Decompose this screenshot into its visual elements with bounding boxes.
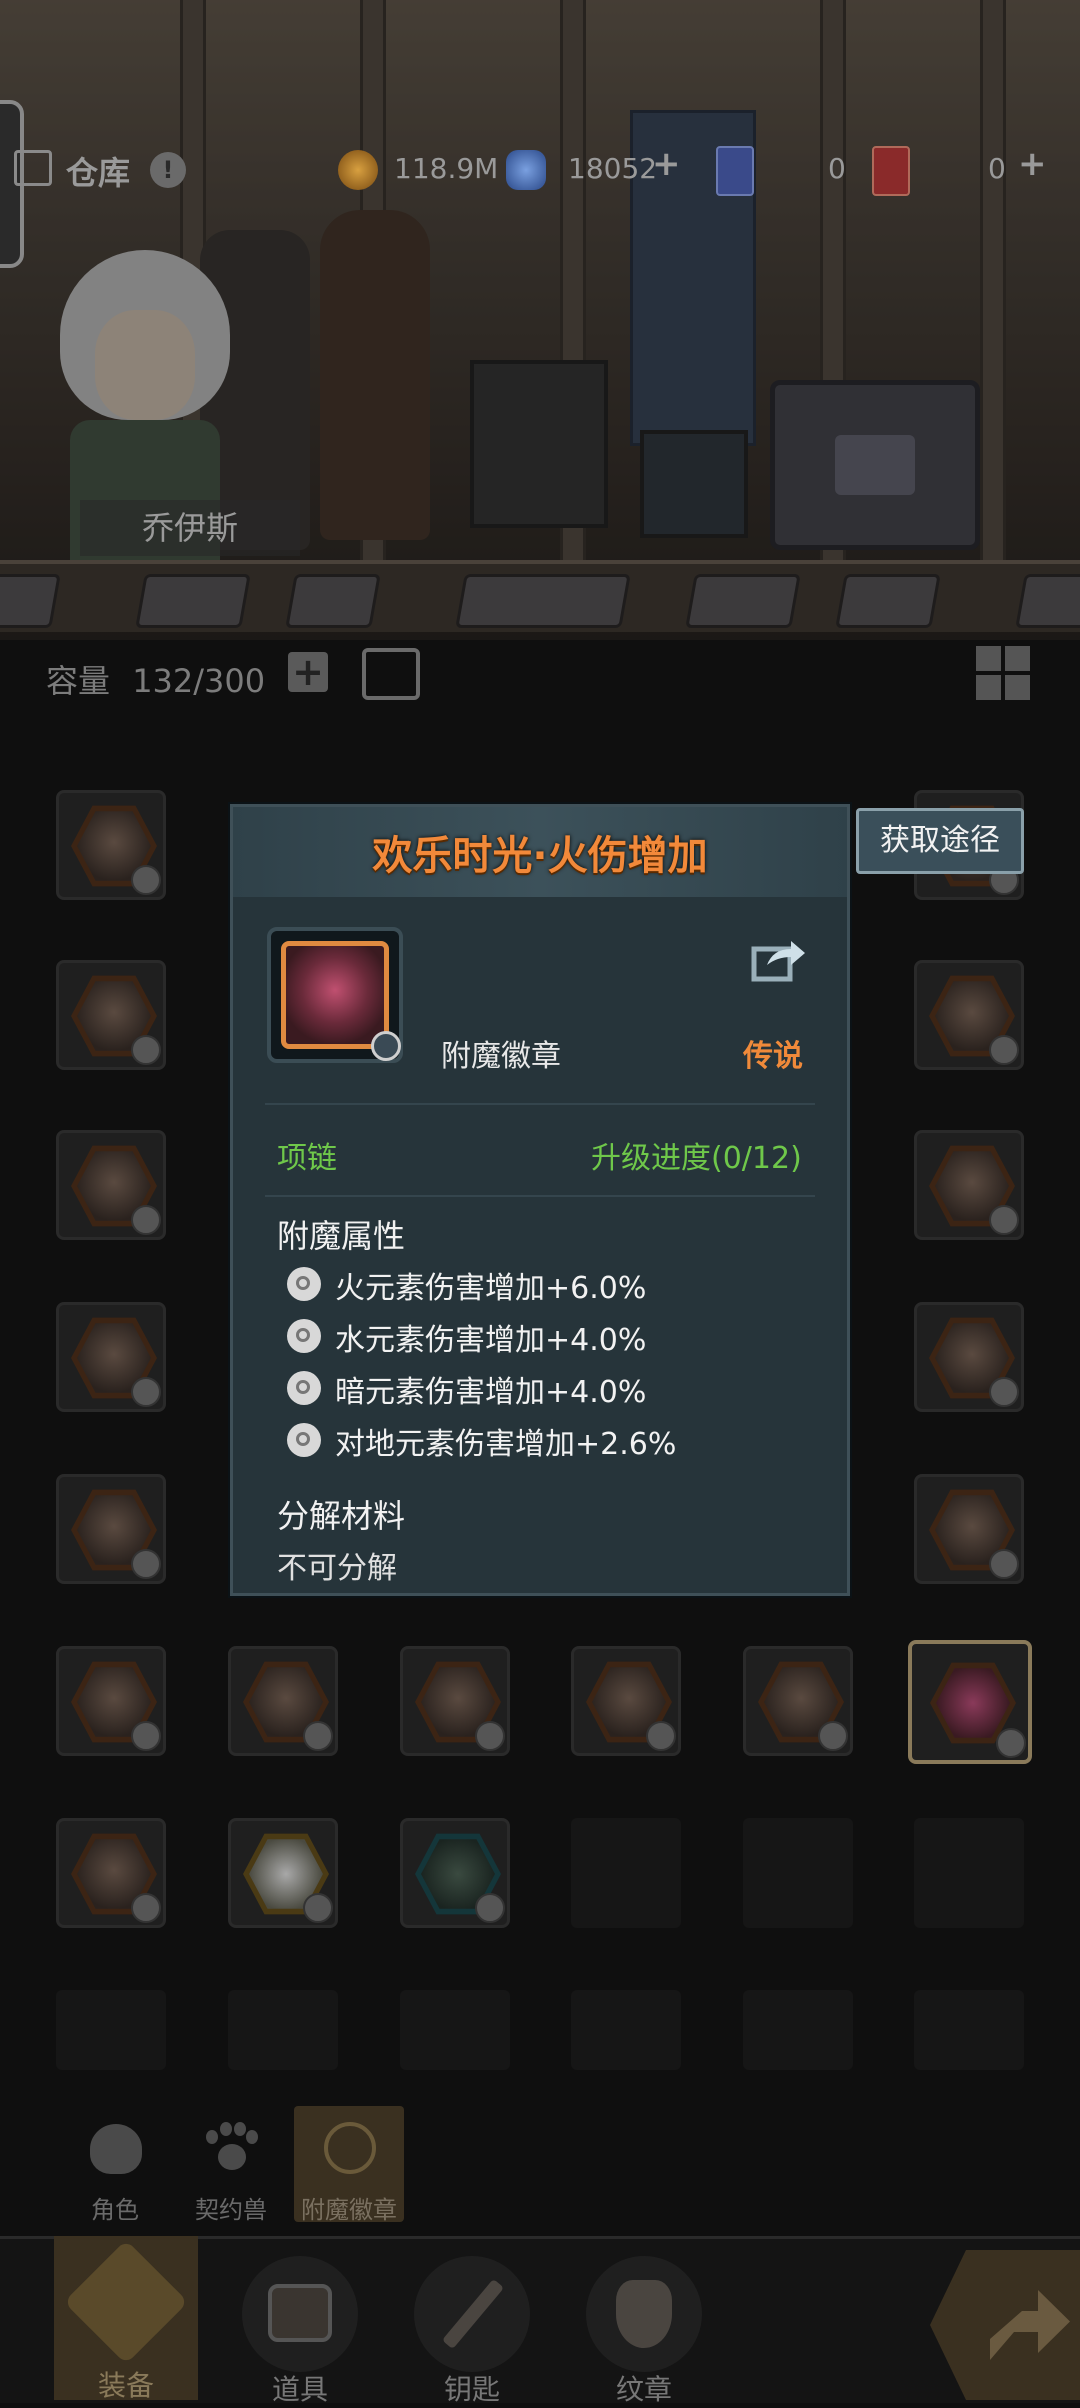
chest-icon bbox=[242, 2256, 358, 2372]
empty-slot bbox=[571, 1818, 681, 1928]
nav-items[interactable]: 道具 bbox=[238, 2256, 362, 2406]
attribute-bullet-icon bbox=[287, 1371, 321, 1405]
inventory-slot[interactable] bbox=[914, 960, 1024, 1070]
decompose-title: 分解材料 bbox=[277, 1497, 406, 1535]
inventory-slot[interactable] bbox=[228, 1646, 338, 1756]
info-icon[interactable]: ! bbox=[150, 152, 186, 188]
batch-manage-icon[interactable] bbox=[362, 648, 420, 700]
share-arrow-icon bbox=[990, 2290, 1070, 2360]
divider bbox=[265, 1103, 815, 1105]
enchant-badge-icon bbox=[281, 941, 389, 1049]
grid-view-icon[interactable] bbox=[976, 646, 1030, 700]
empty-slot bbox=[228, 1990, 338, 2070]
inventory-slot[interactable] bbox=[571, 1646, 681, 1756]
inventory-slot[interactable] bbox=[914, 1302, 1024, 1412]
capacity-label: 容量 bbox=[46, 662, 111, 700]
tab-enchant-badge[interactable]: 附魔徽章 bbox=[294, 2106, 404, 2224]
red-card-icon bbox=[872, 146, 910, 196]
capacity-value: 132/300 bbox=[132, 662, 266, 700]
red-card-value: 0 bbox=[988, 152, 1006, 185]
character-head-icon bbox=[90, 2124, 142, 2174]
tab-label: 角色 bbox=[91, 2196, 139, 2224]
paw-icon bbox=[206, 2122, 258, 2174]
nav-crest[interactable]: 纹章 bbox=[582, 2256, 706, 2406]
inventory-slot[interactable] bbox=[56, 1130, 166, 1240]
item-slot: 项链 bbox=[277, 1141, 337, 1176]
item-rarity: 传说 bbox=[743, 1039, 803, 1074]
inventory-slot-selected[interactable] bbox=[908, 1640, 1032, 1764]
character-name-plate: 乔伊斯 bbox=[80, 500, 300, 556]
tab-character[interactable]: 角色 bbox=[60, 2106, 170, 2224]
empty-slot bbox=[743, 1818, 853, 1928]
empty-slot bbox=[571, 1990, 681, 2070]
inventory-slot[interactable] bbox=[400, 1818, 510, 1928]
equipment-icon bbox=[63, 2239, 189, 2365]
add-crystal-button[interactable]: + bbox=[652, 144, 681, 184]
inventory-slot[interactable] bbox=[56, 1302, 166, 1412]
key-icon bbox=[414, 2256, 530, 2372]
inventory-slot[interactable] bbox=[914, 1474, 1024, 1584]
expand-capacity-button[interactable]: + bbox=[288, 652, 328, 692]
character-name: 乔伊斯 bbox=[141, 509, 238, 547]
inventory-slot[interactable] bbox=[743, 1646, 853, 1756]
empty-slot bbox=[400, 1990, 510, 2070]
nav-label: 装备 bbox=[97, 2369, 154, 2402]
warehouse-icon bbox=[14, 150, 52, 186]
inventory-slot[interactable] bbox=[400, 1646, 510, 1756]
empty-slot bbox=[914, 1990, 1024, 2070]
nav-equipment[interactable]: 装备 bbox=[54, 2236, 198, 2402]
acquire-source-button[interactable]: 获取途径 bbox=[856, 808, 1024, 874]
nav-keys[interactable]: 钥匙 bbox=[410, 2256, 534, 2406]
inventory-slot[interactable] bbox=[914, 1130, 1024, 1240]
attribute-bullet-icon bbox=[287, 1423, 321, 1457]
attribute-text: 火元素伤害增加+6.0% bbox=[335, 1271, 647, 1306]
attribute-bullet-icon bbox=[287, 1267, 321, 1301]
empty-slot bbox=[743, 1990, 853, 2070]
upgrade-progress: 升级进度(0/12) bbox=[591, 1141, 802, 1176]
gold-coin-icon bbox=[338, 150, 378, 190]
shelf bbox=[0, 560, 1080, 632]
inventory-slot[interactable] bbox=[228, 1818, 338, 1928]
enchant-badge-icon bbox=[324, 2122, 376, 2174]
attribute-text: 对地元素伤害增加+2.6% bbox=[335, 1427, 677, 1462]
crystal-value: 18052 bbox=[568, 152, 658, 185]
tab-contract-beast[interactable]: 契约兽 bbox=[176, 2106, 286, 2224]
attribute-bullet-icon bbox=[287, 1319, 321, 1353]
item-icon-frame bbox=[267, 927, 403, 1063]
item-detail-popup: 欢乐时光·火伤增加 附魔徽章 传说 项链 升级进度(0/12) 附魔属性 火元素… bbox=[230, 804, 850, 1596]
item-title: 欢乐时光·火伤增加 bbox=[372, 833, 708, 879]
warehouse-label: 仓库 bbox=[66, 154, 131, 192]
blue-crystal-icon bbox=[506, 150, 546, 190]
item-type: 附魔徽章 bbox=[441, 1039, 561, 1074]
inventory-slot[interactable] bbox=[56, 1818, 166, 1928]
necklace-type-icon bbox=[371, 1031, 401, 1061]
attribute-text: 暗元素伤害增加+4.0% bbox=[335, 1375, 647, 1410]
tab-label: 附魔徽章 bbox=[301, 2196, 397, 2224]
attributes-title: 附魔属性 bbox=[277, 1217, 406, 1255]
tab-label: 契约兽 bbox=[195, 2196, 267, 2224]
gold-value: 118.9M bbox=[394, 152, 499, 185]
top-bar: 仓库 ! 118.9M 18052 + 0 0 + bbox=[0, 130, 1080, 210]
nav-label: 道具 bbox=[271, 2373, 328, 2406]
attribute-text: 水元素伤害增加+4.0% bbox=[335, 1323, 647, 1358]
inventory-slot[interactable] bbox=[56, 790, 166, 900]
decompose-value: 不可分解 bbox=[277, 1551, 397, 1586]
empty-slot bbox=[914, 1818, 1024, 1928]
add-red-card-button[interactable]: + bbox=[1018, 144, 1047, 184]
nav-label: 纹章 bbox=[615, 2373, 672, 2406]
inventory-slot[interactable] bbox=[56, 960, 166, 1070]
blue-card-value: 0 bbox=[828, 152, 846, 185]
empty-slot bbox=[56, 1990, 166, 2070]
nav-label: 钥匙 bbox=[443, 2373, 500, 2406]
blue-card-icon bbox=[716, 146, 754, 196]
share-icon[interactable] bbox=[751, 935, 807, 983]
inventory-slot[interactable] bbox=[56, 1474, 166, 1584]
divider bbox=[265, 1195, 815, 1197]
inventory-slot[interactable] bbox=[56, 1646, 166, 1756]
crest-icon bbox=[586, 2256, 702, 2372]
capacity-text: 容量 132/300 bbox=[46, 656, 265, 702]
